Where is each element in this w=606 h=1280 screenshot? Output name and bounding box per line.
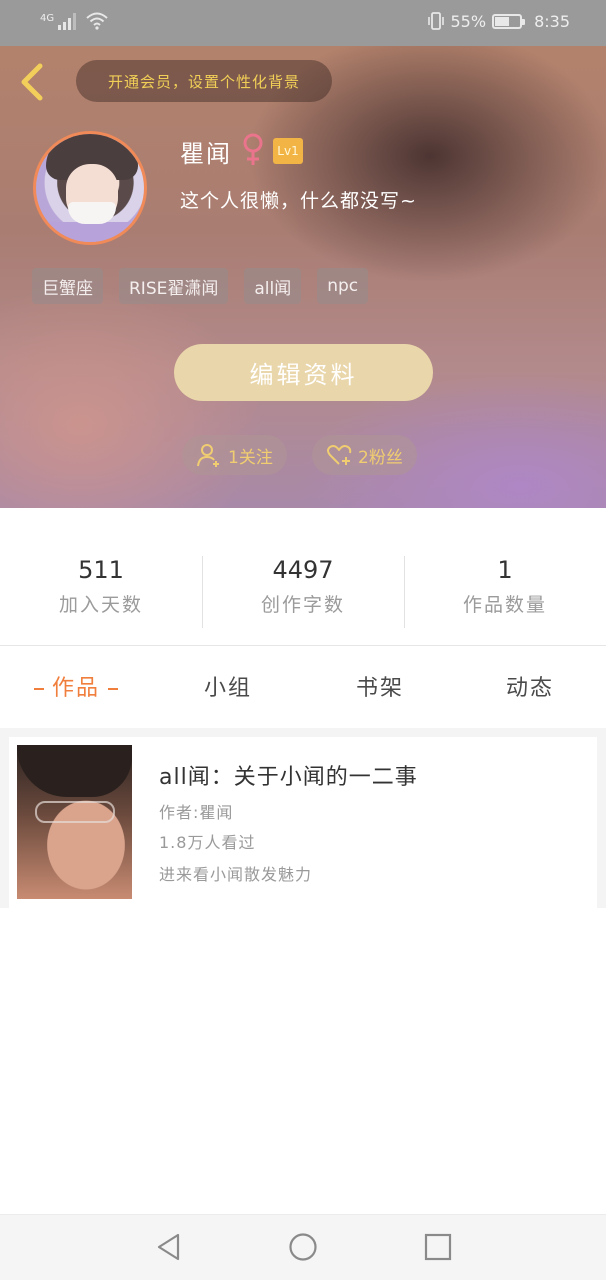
avatar[interactable] bbox=[33, 131, 147, 245]
wifi-icon bbox=[86, 12, 108, 30]
work-views: 1.8万人看过 bbox=[159, 833, 256, 852]
battery-icon bbox=[492, 13, 526, 29]
work-title: all闻：关于小闻的一二事 bbox=[159, 765, 418, 790]
work-author: 作者:瞿闻 bbox=[159, 803, 234, 822]
clock: 8:35 bbox=[534, 11, 570, 31]
tab-label: 动态 bbox=[505, 676, 554, 701]
home-circle-icon[interactable] bbox=[288, 1232, 318, 1262]
tag-item[interactable]: 巨蟹座 bbox=[32, 268, 103, 304]
following-count: 1关注 bbox=[228, 447, 273, 468]
tab-bookshelf[interactable]: 书架 bbox=[304, 670, 456, 702]
following-button[interactable]: 1关注 bbox=[182, 435, 287, 475]
followers-button[interactable]: 2粉丝 bbox=[312, 435, 417, 475]
stat-label: 创作字数 bbox=[260, 594, 345, 616]
profile-header: 开通会员，设置个性化背景 瞿闻 Lv1 这个人很懒，什么都没写~ 巨蟹座 RIS… bbox=[0, 46, 606, 508]
edit-profile-button[interactable]: 编辑资料 bbox=[174, 344, 433, 401]
work-card[interactable]: all闻：关于小闻的一二事 作者:瞿闻 1.8万人看过 进来看小闻散发魅力 bbox=[9, 737, 597, 908]
stats-row: 511 加入天数 4497 创作字数 1 作品数量 bbox=[0, 508, 606, 646]
back-triangle-icon[interactable] bbox=[154, 1232, 184, 1262]
tab-groups[interactable]: 小组 bbox=[152, 670, 304, 702]
signal-group: 4G bbox=[40, 12, 108, 30]
stat-value: 1 bbox=[497, 556, 513, 584]
signal-icon bbox=[58, 12, 77, 30]
stat-days: 511 加入天数 bbox=[0, 556, 202, 617]
work-cover-image[interactable] bbox=[17, 745, 132, 899]
tag-list: 巨蟹座 RISE翟潇闻 all闻 npc bbox=[32, 268, 369, 304]
tab-label: 作品 bbox=[51, 676, 100, 701]
tab-activity[interactable]: 动态 bbox=[454, 670, 606, 702]
stat-label: 作品数量 bbox=[462, 594, 547, 616]
tab-bar: 作品 小组 书架 动态 bbox=[0, 646, 606, 728]
recents-square-icon[interactable] bbox=[423, 1232, 453, 1262]
stat-works: 1 作品数量 bbox=[404, 556, 606, 617]
bio-text: 这个人很懒，什么都没写~ bbox=[180, 190, 417, 212]
status-bar: 4G 55% 8:35 bbox=[0, 0, 606, 46]
tab-label: 书架 bbox=[355, 676, 404, 701]
back-chevron-icon[interactable] bbox=[14, 60, 50, 104]
work-summary: 进来看小闻散发魅力 bbox=[159, 865, 313, 884]
username: 瞿闻 bbox=[180, 140, 232, 168]
level-badge: Lv1 bbox=[273, 138, 303, 164]
vip-banner[interactable]: 开通会员，设置个性化背景 bbox=[76, 60, 332, 102]
battery-percent: 55% bbox=[450, 11, 487, 31]
stat-label: 加入天数 bbox=[58, 594, 143, 616]
tag-item[interactable]: all闻 bbox=[244, 268, 302, 304]
status-right: 55% 8:35 bbox=[427, 11, 570, 31]
stat-value: 511 bbox=[78, 556, 124, 584]
tag-item[interactable]: npc bbox=[317, 268, 369, 304]
stat-value: 4497 bbox=[272, 556, 334, 584]
tag-item[interactable]: RISE翟潇闻 bbox=[119, 268, 229, 304]
system-nav-bar bbox=[0, 1214, 606, 1280]
heart-plus-icon bbox=[327, 445, 352, 465]
vibrate-icon bbox=[427, 12, 444, 30]
network-type: 4G bbox=[40, 13, 55, 24]
tab-works[interactable]: 作品 bbox=[0, 670, 152, 702]
followers-count: 2粉丝 bbox=[358, 447, 403, 468]
tab-label: 小组 bbox=[203, 676, 252, 701]
stat-words: 4497 创作字数 bbox=[202, 556, 404, 617]
female-icon bbox=[243, 133, 263, 165]
add-user-icon bbox=[197, 444, 219, 467]
